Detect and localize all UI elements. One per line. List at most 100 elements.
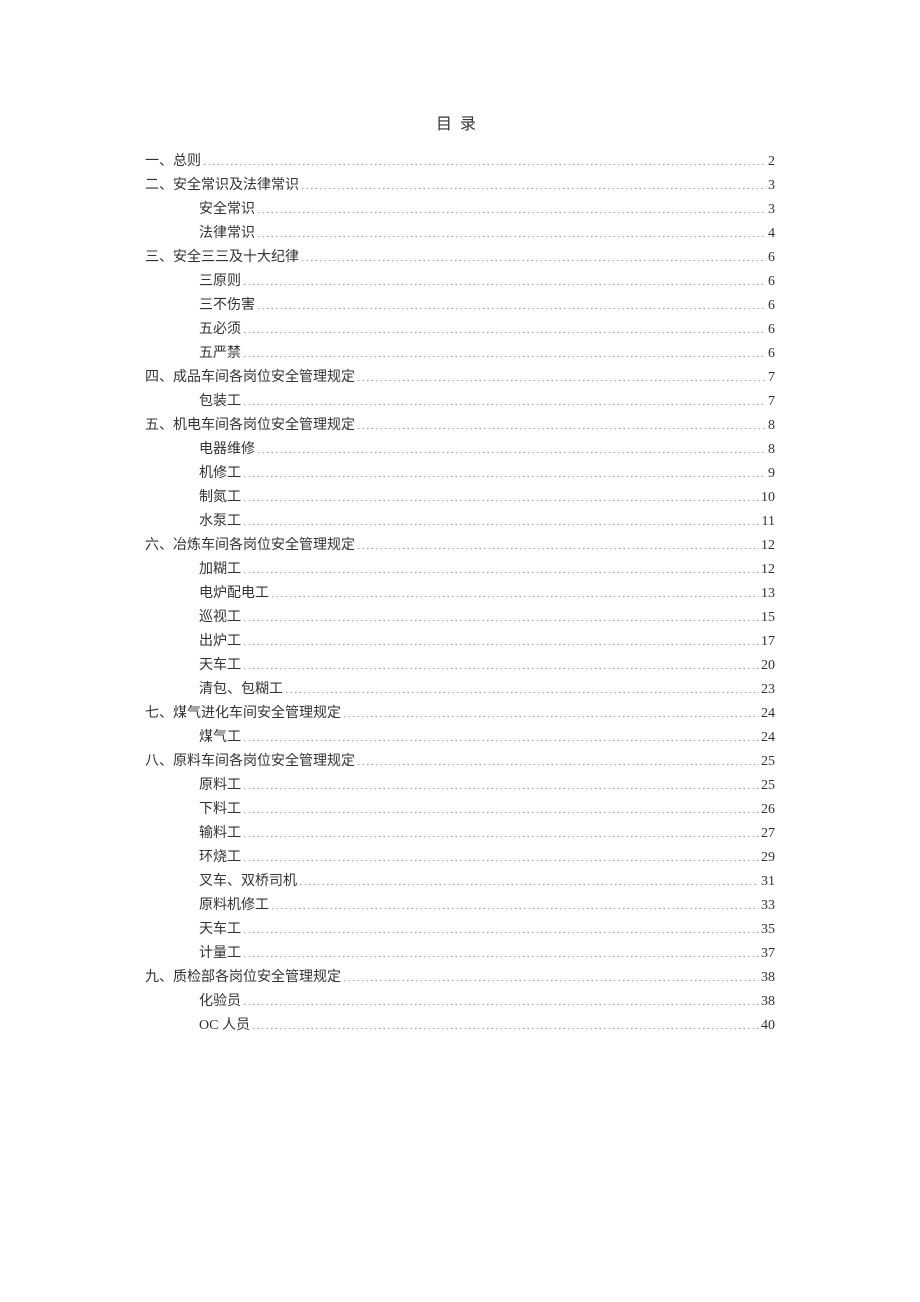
toc-leader-dots [243,847,759,861]
toc-entry: 清包、包糊工23 [145,678,775,702]
toc-container: 一、总则2二、安全常识及法律常识3安全常识3法律常识4三、安全三三及十大纪律6三… [145,150,775,1038]
toc-entry: 加糊工 12 [145,558,775,582]
toc-leader-dots [203,151,766,165]
toc-leader-dots [243,559,759,573]
toc-page-number: 38 [761,966,775,990]
toc-page-number: 38 [761,990,775,1014]
toc-page-number: 31 [761,870,775,894]
toc-entry: OC 人员40 [145,1014,775,1038]
toc-leader-dots [257,199,766,213]
toc-entry: 五、机电车间各岗位安全管理规定 8 [145,414,775,438]
toc-page-number: 6 [768,270,775,294]
toc-page-number: 33 [761,894,775,918]
toc-leader-dots [257,295,766,309]
toc-leader-dots [243,487,759,501]
toc-page-number: 8 [768,438,775,462]
toc-page-number: 6 [768,342,775,366]
toc-entry: 二、安全常识及法律常识3 [145,174,775,198]
toc-label: 四、成品车间各岗位安全管理规定 [145,366,355,390]
toc-page-number: 27 [761,822,775,846]
toc-label: 五严禁 [199,342,241,366]
toc-page-number: 6 [768,318,775,342]
toc-entry: 安全常识3 [145,198,775,222]
toc-page-number: 4 [768,222,775,246]
toc-entry: 水泵工11 [145,510,775,534]
toc-leader-dots [243,799,759,813]
toc-page-number: 24 [761,702,775,726]
toc-leader-dots [243,343,766,357]
toc-page-number: 10 [761,486,775,510]
toc-leader-dots [252,1015,759,1029]
toc-entry: 出炉工 17 [145,630,775,654]
toc-entry: 输料工 27 [145,822,775,846]
toc-leader-dots [243,919,759,933]
toc-entry: 计量工37 [145,942,775,966]
toc-leader-dots [271,895,759,909]
toc-label: 六、冶炼车间各岗位安全管理规定 [145,534,355,558]
toc-entry: 天车工20 [145,654,775,678]
toc-label: 煤气工 [199,726,241,750]
toc-entry: 包装工7 [145,390,775,414]
toc-label: 一、总则 [145,150,201,174]
toc-entry: 七、煤气进化车间安全管理规定 24 [145,702,775,726]
toc-page-number: 26 [761,798,775,822]
toc-page-number: 29 [761,846,775,870]
toc-page-number: 9 [768,462,775,486]
toc-leader-dots [257,223,766,237]
toc-page-number: 6 [768,294,775,318]
toc-entry: 电炉配电工 13 [145,582,775,606]
toc-leader-dots [243,655,759,669]
toc-leader-dots [243,391,766,405]
toc-entry: 化验员38 [145,990,775,1014]
toc-entry: 八、原料车间各岗位安全管理规定25 [145,750,775,774]
toc-label: 原料机修工 [199,894,269,918]
toc-label: 加糊工 [199,558,241,582]
toc-leader-dots [243,943,759,957]
toc-entry: 巡视工15 [145,606,775,630]
toc-label: 五、机电车间各岗位安全管理规定 [145,414,355,438]
toc-entry: 电器维修 8 [145,438,775,462]
toc-label: 输料工 [199,822,241,846]
toc-leader-dots [243,991,759,1005]
toc-page-number: 24 [761,726,775,750]
toc-page-number: 12 [761,558,775,582]
toc-label: 出炉工 [199,630,241,654]
toc-page-number: 2 [768,150,775,174]
toc-label: 原料工 [199,774,241,798]
toc-label: 机修工 [199,462,241,486]
toc-entry: 三不伤害 6 [145,294,775,318]
toc-page-number: 7 [768,366,775,390]
toc-page-number: 13 [761,582,775,606]
toc-entry: 四、成品车间各岗位安全管理规定 7 [145,366,775,390]
toc-label: 三不伤害 [199,294,255,318]
toc-leader-dots [243,823,759,837]
toc-entry: 下料工26 [145,798,775,822]
toc-leader-dots [357,367,766,381]
toc-leader-dots [243,607,759,621]
toc-label: 电炉配电工 [199,582,269,606]
toc-page-number: 17 [761,630,775,654]
toc-leader-dots [243,271,766,285]
toc-leader-dots [257,439,766,453]
toc-label: 包装工 [199,390,241,414]
toc-page-number: 15 [761,606,775,630]
toc-entry: 叉车、双桥司机 31 [145,870,775,894]
toc-entry: 原料工 25 [145,774,775,798]
toc-label: 七、煤气进化车间安全管理规定 [145,702,341,726]
toc-label: 叉车、双桥司机 [199,870,297,894]
toc-leader-dots [243,775,759,789]
toc-label: 清包、包糊工 [199,678,283,702]
toc-entry: 三原则6 [145,270,775,294]
toc-entry: 五严禁 6 [145,342,775,366]
toc-label: 水泵工 [199,510,241,534]
toc-leader-dots [357,415,766,429]
toc-label: 电器维修 [199,438,255,462]
toc-page-number: 3 [768,198,775,222]
toc-page-number: 12 [761,534,775,558]
toc-leader-dots [357,751,759,765]
toc-page-number: 6 [768,246,775,270]
toc-page-number: 8 [768,414,775,438]
toc-page-number: 25 [761,774,775,798]
toc-entry: 三、安全三三及十大纪律6 [145,246,775,270]
toc-page-number: 25 [761,750,775,774]
